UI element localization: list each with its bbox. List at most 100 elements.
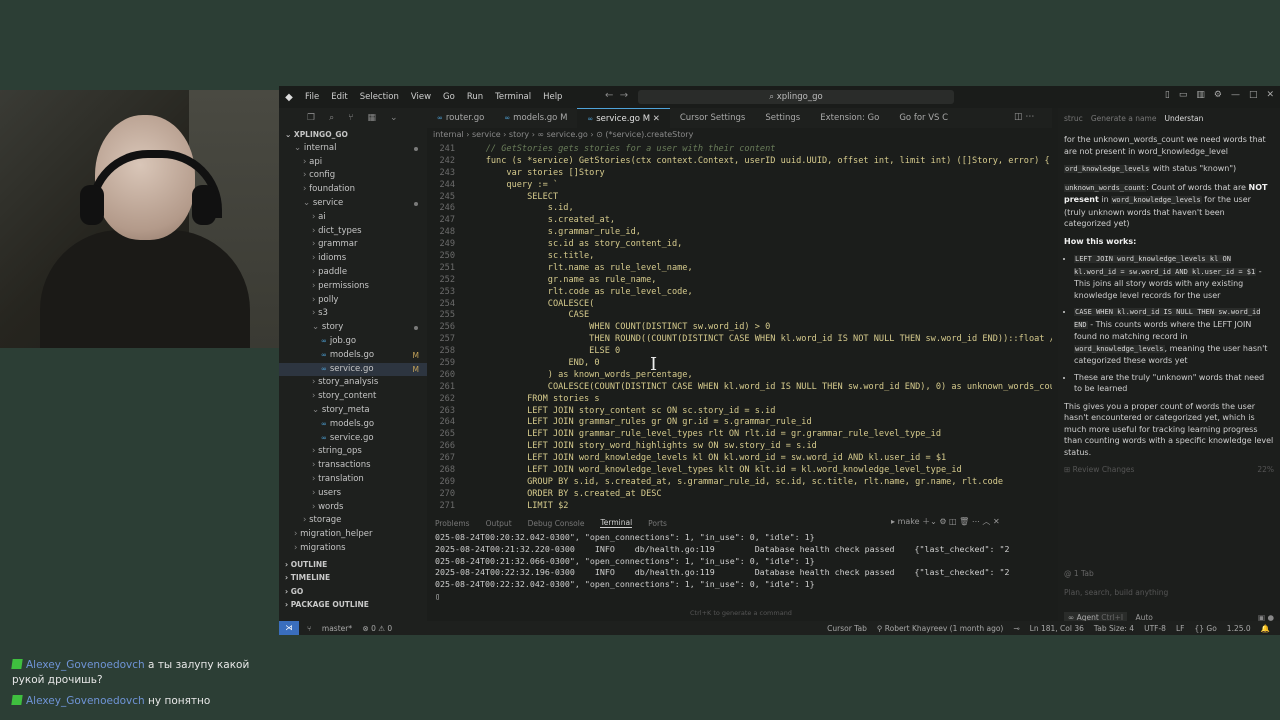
eol[interactable]: LF xyxy=(1176,624,1185,633)
tab-go-for-vs-c[interactable]: Go for VS C xyxy=(889,108,958,128)
blame-status[interactable]: ⚲ Robert Khayreev (1 month ago) xyxy=(877,624,1004,633)
nav-arrows[interactable]: ← → xyxy=(605,90,628,101)
split-terminal-icon[interactable]: ◫ xyxy=(949,517,957,526)
panel-tab-debug-console[interactable]: Debug Console xyxy=(528,519,585,528)
tree-item[interactable]: ∞ models.go xyxy=(279,418,427,432)
tree-item[interactable]: ⌄ story_meta xyxy=(279,404,427,418)
review-changes-button[interactable]: Review Changes xyxy=(1073,465,1135,474)
branch-status[interactable]: ⑂ master* xyxy=(307,624,352,633)
chevron-down-icon[interactable]: ⌄ xyxy=(390,113,398,123)
tab-settings[interactable]: Settings xyxy=(755,108,810,128)
attach-icon[interactable]: @ xyxy=(1064,569,1074,578)
tab-extension-go[interactable]: Extension: Go xyxy=(810,108,889,128)
review-changes-row[interactable]: ⊞ Review Changes 22% xyxy=(1064,464,1274,476)
remote-icon[interactable]: ⋊ xyxy=(279,621,299,635)
extensions-icon[interactable]: ▦ xyxy=(368,113,377,123)
cursor-position[interactable]: Ln 181, Col 36 xyxy=(1030,624,1084,633)
tab-service-go-m[interactable]: ∞ service.go M ✕ xyxy=(577,107,670,129)
problems-status[interactable]: ⊗ 0 ⚠ 0 xyxy=(362,624,392,633)
trash-icon[interactable]: 🗑 xyxy=(959,517,969,526)
chat-tab[interactable]: Understan xyxy=(1164,114,1203,123)
tree-item[interactable]: › users xyxy=(279,487,427,501)
context-tab-count[interactable]: 1 Tab xyxy=(1074,569,1094,578)
menu-item-help[interactable]: Help xyxy=(543,92,562,102)
toggle-panel-icon[interactable]: ▭ xyxy=(1179,90,1188,100)
sidebar-panel-package-outline[interactable]: › PACKAGE OUTLINE xyxy=(279,598,427,612)
terminal-output[interactable]: 025-08-24T00:20:32.042-0300", "open_conn… xyxy=(435,532,1050,612)
menu-item-run[interactable]: Run xyxy=(467,92,483,102)
tab-router-go[interactable]: ∞ router.go xyxy=(427,108,494,128)
explorer-root[interactable]: ⌄ XPLINGO_GO xyxy=(279,128,427,142)
sidebar-panel-timeline[interactable]: › TIMELINE xyxy=(279,571,427,585)
chat-tab[interactable]: struc xyxy=(1064,114,1083,123)
tree-item[interactable]: › grammar xyxy=(279,238,427,252)
panel-tab-output[interactable]: Output xyxy=(486,519,512,528)
maximize-icon[interactable]: □ xyxy=(1249,90,1258,100)
settings-gear-icon[interactable]: ⚙ xyxy=(1214,90,1222,100)
code-editor[interactable]: 241 // GetStories gets stories for a use… xyxy=(427,144,1052,510)
explorer-icon[interactable]: ❐ xyxy=(307,113,315,123)
tree-item[interactable]: › transactions xyxy=(279,459,427,473)
tree-item[interactable]: › paddle xyxy=(279,266,427,280)
tree-item[interactable]: › permissions xyxy=(279,280,427,294)
tree-item[interactable]: ∞ service.go xyxy=(279,432,427,446)
chat-input[interactable]: Plan, search, build anything xyxy=(1064,588,1274,597)
tree-item[interactable]: ∞ job.go xyxy=(279,335,427,349)
encoding[interactable]: UTF-8 xyxy=(1144,624,1166,633)
language-mode[interactable]: {} Go xyxy=(1194,624,1216,633)
tree-item[interactable]: ⌄ internal xyxy=(279,142,427,156)
panel-tab-problems[interactable]: Problems xyxy=(435,519,470,528)
tree-item[interactable]: › translation xyxy=(279,473,427,487)
more-icon[interactable]: ⋯ xyxy=(972,517,980,526)
chat-tab[interactable]: Generate a name xyxy=(1091,114,1157,123)
minimize-icon[interactable]: — xyxy=(1231,90,1240,100)
tree-item[interactable]: › migration_helper xyxy=(279,528,427,542)
tree-item[interactable]: › dict_types xyxy=(279,225,427,239)
tree-item[interactable]: ⌄ story xyxy=(279,321,427,335)
tree-item[interactable]: › s3 xyxy=(279,307,427,321)
cursor-tab-status[interactable]: Cursor Tab xyxy=(827,624,867,633)
source-control-icon[interactable]: ⑂ xyxy=(348,113,353,123)
bell-icon[interactable]: 🔔 xyxy=(1261,624,1270,633)
close-panel-icon[interactable]: ✕ xyxy=(993,517,1000,526)
tab-cursor-settings[interactable]: Cursor Settings xyxy=(670,108,756,128)
breadcrumb[interactable]: internal › service › story › ∞ service.g… xyxy=(433,130,693,139)
tab-models-go-m[interactable]: ∞ models.go M xyxy=(494,108,577,128)
menu-item-go[interactable]: Go xyxy=(443,92,455,102)
menu-item-file[interactable]: File xyxy=(305,92,319,102)
tree-item[interactable]: › migrations xyxy=(279,542,427,556)
tree-item[interactable]: › story_analysis xyxy=(279,376,427,390)
panel-tab-ports[interactable]: Ports xyxy=(648,519,667,528)
tree-item[interactable]: › idioms xyxy=(279,252,427,266)
tree-item[interactable]: › storage xyxy=(279,514,427,528)
tree-item[interactable]: › string_ops xyxy=(279,445,427,459)
menu-item-view[interactable]: View xyxy=(411,92,431,102)
close-icon[interactable]: ✕ xyxy=(1266,90,1274,100)
tree-item[interactable]: › story_content xyxy=(279,390,427,404)
menu-item-edit[interactable]: Edit xyxy=(331,92,347,102)
new-terminal-icon[interactable]: ＋⌄ xyxy=(922,517,937,526)
tree-item[interactable]: › foundation xyxy=(279,183,427,197)
layout-icon[interactable]: ▥ xyxy=(1196,90,1205,100)
tree-item[interactable]: › api xyxy=(279,156,427,170)
terminal-settings-icon[interactable]: ⚙ xyxy=(939,517,946,526)
sidebar-panel-outline[interactable]: › OUTLINE xyxy=(279,558,427,572)
tree-item[interactable]: › ai xyxy=(279,211,427,225)
toggle-sidebar-icon[interactable]: ▯ xyxy=(1165,90,1170,100)
terminal-profile[interactable]: make xyxy=(898,517,920,526)
maximize-panel-icon[interactable]: ︿ xyxy=(982,517,990,526)
tree-item[interactable]: › config xyxy=(279,169,427,183)
split-editor-icon[interactable]: ◫ ⋯ xyxy=(1014,112,1034,122)
tab-size[interactable]: Tab Size: 4 xyxy=(1094,624,1134,633)
tree-item[interactable]: › words xyxy=(279,501,427,515)
command-center[interactable]: ⌕ xplingo_go xyxy=(638,90,954,104)
tree-item[interactable]: ∞ service.go M xyxy=(279,362,427,377)
menu-item-terminal[interactable]: Terminal xyxy=(495,92,531,102)
search-icon[interactable]: ⌕ xyxy=(329,113,334,123)
tab-close-icon[interactable]: ✕ xyxy=(650,114,660,124)
tree-item[interactable]: › polly xyxy=(279,294,427,308)
sidebar-panel-go[interactable]: › GO xyxy=(279,585,427,599)
tree-item[interactable]: ∞ models.go M xyxy=(279,349,427,363)
menu-item-selection[interactable]: Selection xyxy=(360,92,399,102)
tree-item[interactable]: ⌄ service xyxy=(279,197,427,211)
